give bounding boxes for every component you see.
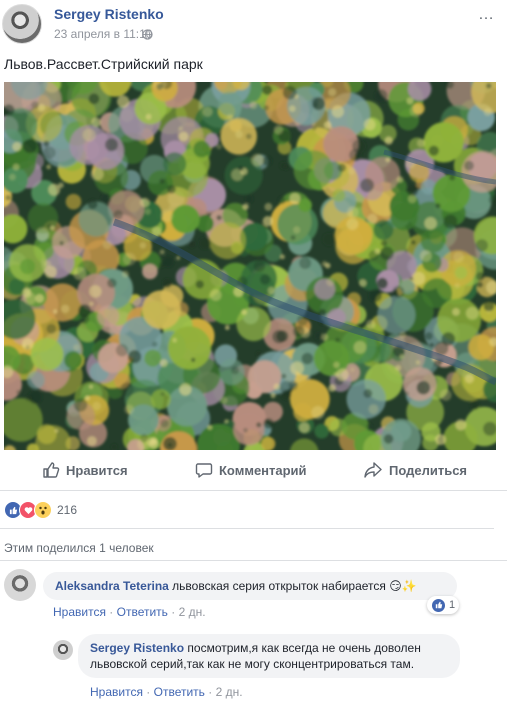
- share-button[interactable]: Поделиться: [363, 460, 467, 480]
- reply-like-link[interactable]: Нравится: [90, 685, 143, 699]
- reply-reply-link[interactable]: Ответить: [154, 685, 205, 699]
- reply-bubble: Sergey Ristenko посмотрим,я как всегда н…: [78, 634, 460, 678]
- comment-bubble: Aleksandra Teterina львовская серия откр…: [43, 572, 457, 600]
- reaction-count[interactable]: 216: [57, 503, 77, 517]
- share-icon: [364, 462, 382, 478]
- forest-aerial-image: [4, 82, 496, 450]
- separator: ·: [109, 605, 114, 619]
- comment-label: Комментарий: [219, 462, 307, 478]
- like-label: Нравится: [66, 462, 128, 478]
- comment-reaction-count: 1: [449, 599, 456, 611]
- like-button[interactable]: Нравится: [42, 460, 128, 480]
- comment-meta: Нравится · Ответить · 2 дн.: [53, 605, 206, 619]
- wow-reaction-icon: [34, 501, 52, 519]
- post-text: Львов.Рассвет.Стрийский парк: [4, 56, 203, 72]
- author-name[interactable]: Sergey Ristenko: [54, 6, 164, 22]
- author-avatar[interactable]: [2, 4, 42, 44]
- divider: [0, 560, 507, 561]
- post-timestamp[interactable]: 23 апреля в 11:10: [54, 27, 152, 41]
- comment-author[interactable]: Aleksandra Teterina: [55, 579, 169, 593]
- divider: [0, 490, 507, 491]
- divider: [0, 528, 494, 529]
- reply-author-avatar[interactable]: [53, 640, 73, 660]
- separator: ·: [146, 685, 151, 699]
- like-reaction-icon: [431, 597, 446, 613]
- share-label: Поделиться: [389, 462, 468, 478]
- comment-emoji: 😏✨: [389, 579, 417, 593]
- comment-reply-link[interactable]: Ответить: [117, 605, 168, 619]
- reply-time[interactable]: 2 дн.: [216, 685, 243, 699]
- comment-reaction-badge[interactable]: 1: [427, 596, 460, 614]
- comment-text: львовская серия открыток набирается: [172, 579, 386, 593]
- reply-author[interactable]: Sergey Ristenko: [90, 641, 184, 655]
- comment-time[interactable]: 2 дн.: [179, 605, 206, 619]
- globe-icon: [142, 29, 153, 40]
- post-photo[interactable]: [4, 82, 496, 450]
- separator: ·: [208, 685, 213, 699]
- more-options-icon[interactable]: …: [478, 6, 495, 24]
- commenter-avatar[interactable]: [4, 569, 36, 601]
- separator: ·: [171, 605, 176, 619]
- comment-button[interactable]: Комментарий: [195, 460, 307, 480]
- reactions-summary[interactable]: 216: [4, 501, 77, 519]
- reply-meta: Нравится · Ответить · 2 дн.: [90, 685, 243, 699]
- comment-icon: [195, 463, 213, 478]
- thumbs-up-icon: [43, 462, 60, 478]
- shares-count[interactable]: Этим поделился 1 человек: [4, 541, 154, 555]
- comment-like-link[interactable]: Нравится: [53, 605, 106, 619]
